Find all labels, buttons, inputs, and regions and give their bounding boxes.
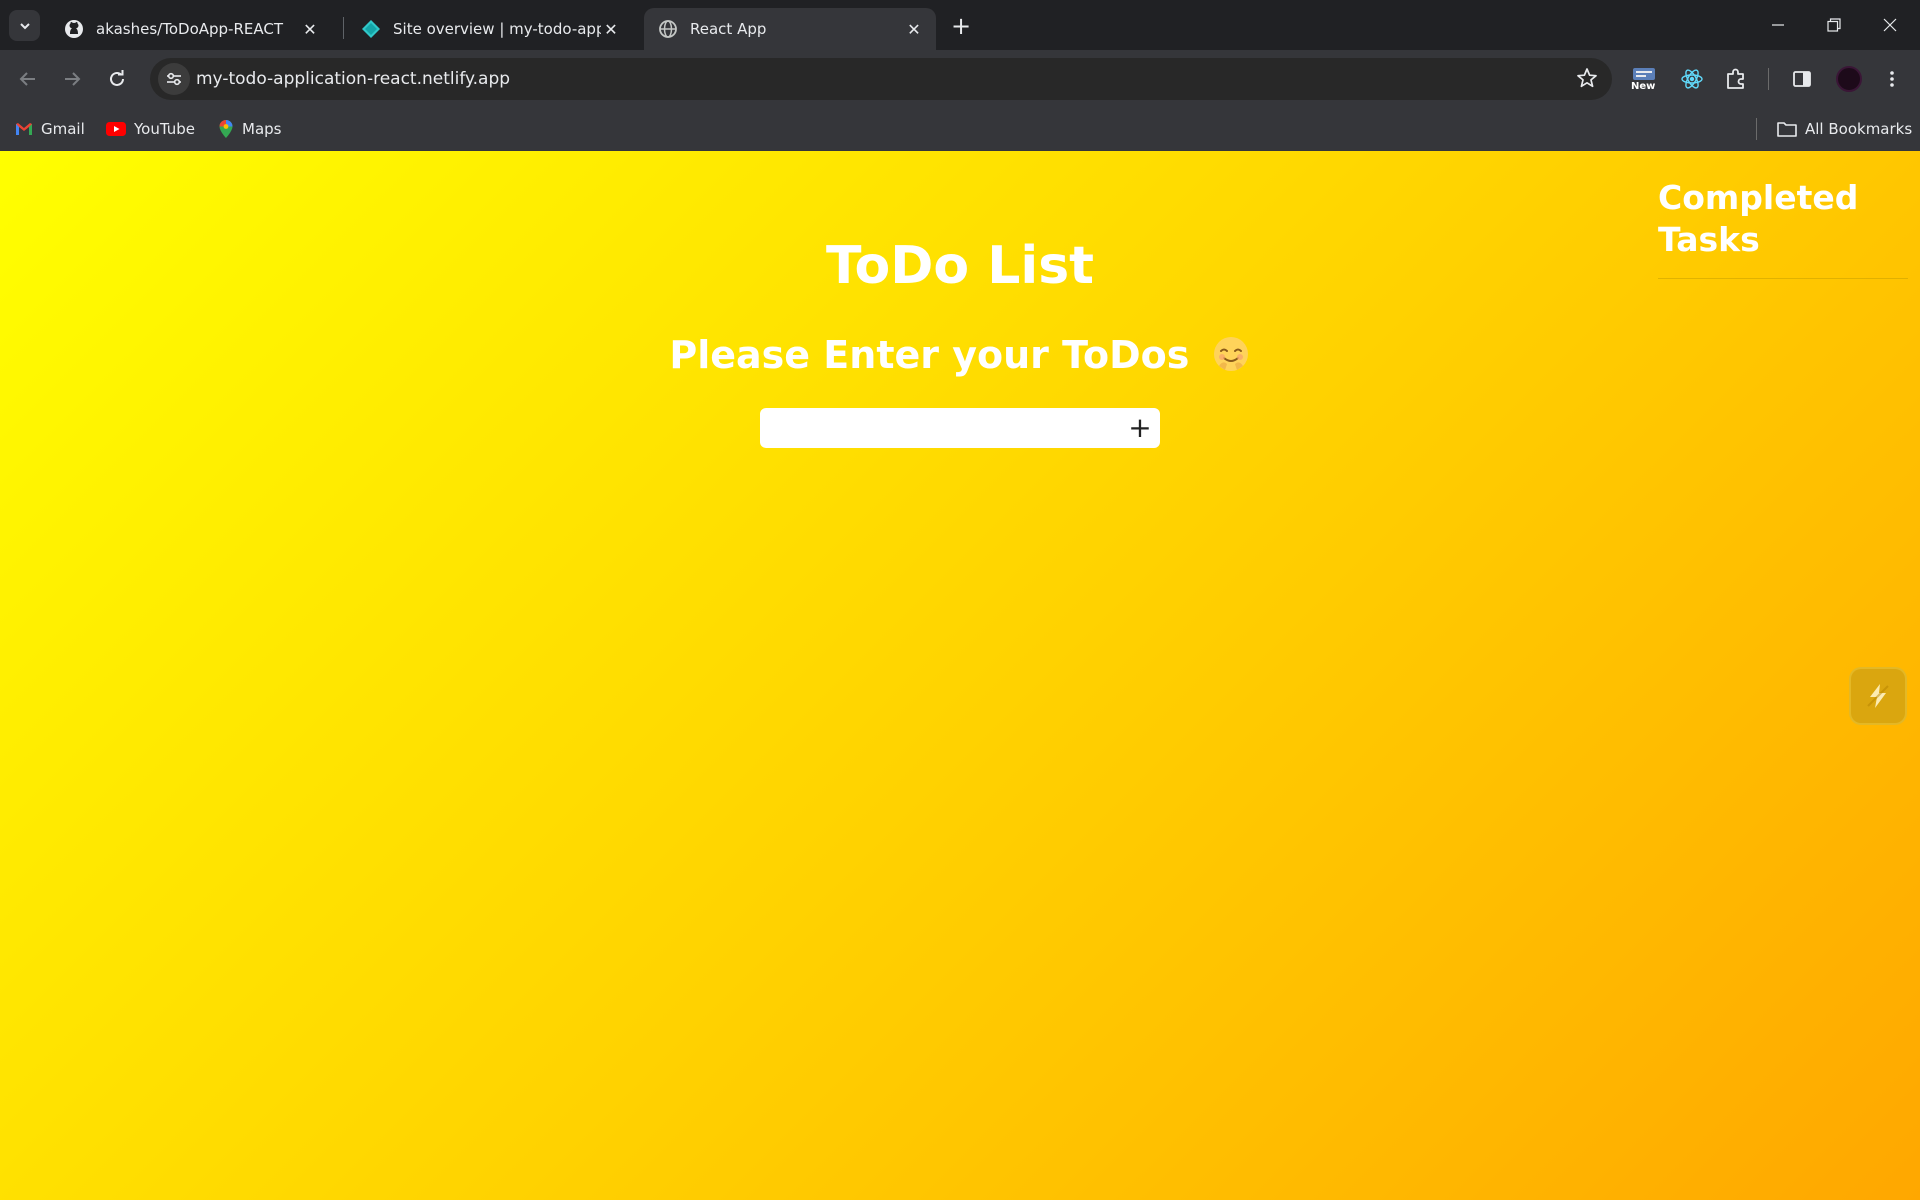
subtitle: Please Enter your ToDos: [0, 333, 1920, 377]
youtube-icon: [106, 122, 126, 136]
puzzle-icon: [1727, 68, 1744, 89]
tab-github[interactable]: akashes/ToDoApp-REACT ✕: [50, 8, 332, 50]
new-badge-label: New: [1631, 81, 1656, 92]
tab-search-button[interactable]: [9, 10, 40, 41]
bookmark-maps[interactable]: Maps: [218, 117, 281, 141]
todo-input-container: +: [760, 408, 1160, 448]
close-icon[interactable]: ✕: [601, 19, 621, 39]
react-devtools-extension[interactable]: [1677, 64, 1707, 94]
gmail-icon: [16, 123, 32, 135]
chrome-menu-button[interactable]: [1877, 64, 1907, 94]
maps-icon: [219, 120, 233, 138]
arrow-left-icon: [19, 72, 35, 86]
chevron-down-icon: [19, 22, 30, 29]
forward-button[interactable]: [56, 63, 88, 95]
close-icon[interactable]: ✕: [904, 19, 924, 39]
extensions-button[interactable]: [1721, 64, 1751, 94]
close-icon: [1883, 18, 1897, 32]
reload-button[interactable]: [101, 63, 133, 95]
extension-new-badge[interactable]: New: [1630, 66, 1660, 96]
more-vertical-icon: [1890, 71, 1894, 87]
tab-netlify[interactable]: Site overview | my-todo-applica ✕: [347, 8, 633, 50]
close-window-button[interactable]: [1862, 0, 1918, 50]
folder-icon: [1777, 122, 1797, 137]
tab-divider: [343, 17, 344, 39]
divider: [1658, 278, 1908, 279]
minimize-icon: [1772, 24, 1784, 26]
bookmark-label: Gmail: [41, 120, 85, 138]
side-panel-button[interactable]: [1787, 64, 1817, 94]
bookmark-label: YouTube: [134, 120, 195, 138]
tab-title: akashes/ToDoApp-REACT: [96, 20, 283, 38]
news-icon: [1633, 68, 1655, 80]
tab-title: React App: [690, 20, 767, 38]
close-icon[interactable]: ✕: [300, 19, 320, 39]
minimize-button[interactable]: [1750, 0, 1806, 50]
tab-react-app[interactable]: React App ✕: [644, 8, 936, 50]
bookmark-label: Maps: [242, 120, 282, 138]
page-title: ToDo List: [825, 236, 1095, 296]
tab-strip: akashes/ToDoApp-REACT ✕ Site overview | …: [0, 0, 1920, 50]
netlify-icon: [362, 20, 380, 38]
restore-button[interactable]: [1806, 0, 1862, 50]
arrow-right-icon: [65, 72, 81, 86]
todo-input[interactable]: [770, 412, 1110, 444]
completed-tasks-title: Completed Tasks: [1658, 178, 1859, 259]
completed-tasks-panel: Completed Tasks: [1658, 177, 1908, 279]
subtitle-text: Please Enter your ToDos: [669, 333, 1190, 377]
star-icon: [1577, 68, 1597, 88]
page-viewport: ToDo List Please Enter your ToDos + Comp…: [0, 151, 1920, 1200]
add-todo-button[interactable]: +: [1126, 414, 1154, 442]
tab-title: Site overview | my-todo-applica: [393, 20, 601, 38]
back-button[interactable]: [12, 63, 44, 95]
restore-icon: [1827, 18, 1841, 32]
url-text[interactable]: my-todo-application-react.netlify.app: [196, 69, 510, 89]
github-icon: [65, 20, 83, 38]
floating-action-button[interactable]: [1849, 667, 1907, 725]
all-bookmarks-label: All Bookmarks: [1805, 120, 1913, 138]
smiling-face-emoji-icon: [1213, 337, 1248, 371]
bookmark-youtube[interactable]: YouTube: [106, 117, 195, 141]
lightning-icon: [1867, 684, 1889, 708]
globe-icon: [659, 20, 677, 38]
tune-icon: [167, 72, 181, 86]
toolbar-divider: [1768, 68, 1769, 90]
reload-icon: [110, 70, 124, 86]
site-info-button[interactable]: [158, 63, 190, 95]
address-bar[interactable]: my-todo-application-react.netlify.app: [150, 58, 1612, 100]
new-tab-button[interactable]: +: [947, 12, 975, 40]
bookmark-gmail[interactable]: Gmail: [15, 117, 85, 141]
react-icon: [1681, 69, 1703, 89]
side-panel-icon: [1793, 71, 1811, 87]
bookmark-star-button[interactable]: [1576, 67, 1598, 93]
bookmarks-bar: Gmail YouTube Maps All Bookmarks: [0, 108, 1920, 151]
avatar[interactable]: [1836, 66, 1862, 92]
bookmarks-divider: [1756, 118, 1757, 140]
all-bookmarks-button[interactable]: All Bookmarks: [1777, 117, 1912, 141]
